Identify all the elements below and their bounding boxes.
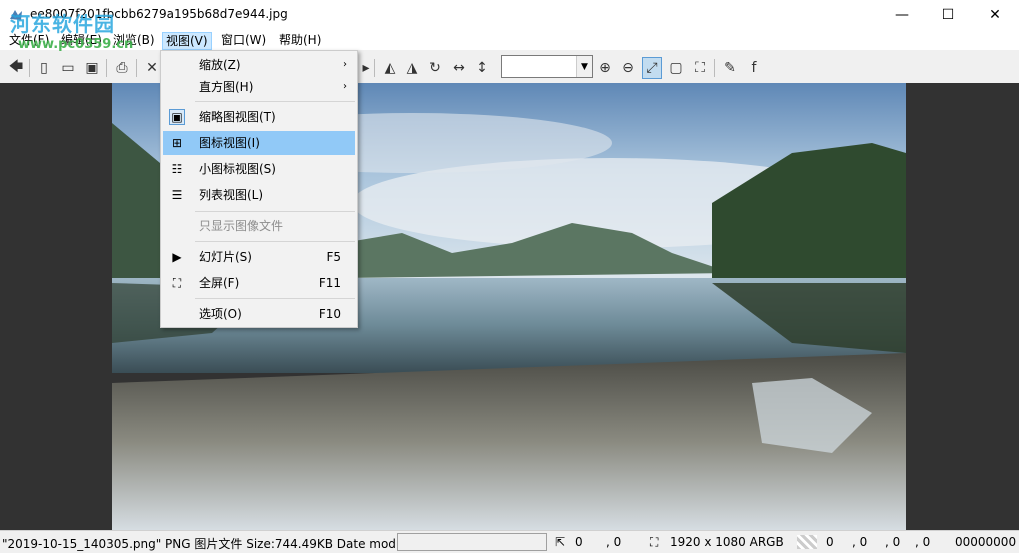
new-icon[interactable]: ▯ — [34, 57, 54, 79]
fullscreen-icon: ⛶ — [172, 276, 182, 290]
chevron-right-icon: › — [343, 81, 347, 92]
zoom-combo[interactable]: ▼ — [501, 55, 593, 78]
small-icon-view-icon: ☷ — [171, 162, 183, 176]
toolbar-separator — [106, 59, 107, 77]
chevron-down-icon[interactable]: ▼ — [576, 56, 592, 77]
menu-separator — [195, 298, 355, 299]
menu-item-small-icon-view[interactable]: ☷ 小图标视图(S) — [163, 157, 355, 181]
cursor-x: 0 — [575, 535, 583, 549]
menu-item-histogram[interactable]: 直方图(H) › — [163, 75, 355, 99]
menu-item-thumbnail-view[interactable]: ▣ 缩略图视图(T) — [163, 105, 355, 129]
pixel-hex: 00000000 — [955, 535, 1017, 549]
icon-view-icon: ⊞ — [171, 136, 183, 150]
toolbar-separator — [136, 59, 137, 77]
thumbnail-view-icon: ▣ — [169, 109, 185, 125]
pixel-a: , 0 — [915, 535, 931, 549]
menu-item-zoom[interactable]: 缩放(Z) › — [163, 53, 355, 77]
rotate-free-icon[interactable]: ↻ — [425, 57, 445, 79]
menu-item-list-view[interactable]: ☰ 列表视图(L) — [163, 183, 355, 207]
transparency-icon — [797, 535, 817, 549]
pixel-g: , 0 — [852, 535, 868, 549]
fullscreen-icon[interactable]: ⛶ — [690, 57, 710, 79]
status-bar: "2019-10-15_140305.png" PNG 图片文件 Size:74… — [0, 530, 1019, 553]
rotate-right-icon[interactable]: ◮ — [402, 57, 422, 79]
back-icon[interactable]: 🡄 — [6, 57, 26, 79]
open-folder-icon[interactable]: ▭ — [58, 57, 78, 79]
fit-window-icon[interactable]: ⤢ — [642, 57, 662, 79]
image-viewer[interactable] — [0, 83, 1019, 530]
menu-help[interactable]: 帮助(H) — [276, 32, 324, 50]
maximize-button[interactable]: ☐ — [925, 0, 971, 30]
watermark-logo: 河东软件园 — [10, 12, 115, 36]
menu-separator — [195, 101, 355, 102]
watermark-url: www.pc0359.cn — [18, 37, 134, 52]
next-icon[interactable]: ▸ — [356, 57, 376, 79]
close-button[interactable]: ✕ — [972, 0, 1018, 30]
dimensions-icon: ⛶ — [650, 535, 659, 549]
menu-separator — [195, 241, 355, 242]
minimize-button[interactable]: — — [879, 0, 925, 30]
image-size: 1920 x 1080 ARGB — [670, 535, 784, 549]
menu-bar: 文件(F) 编辑(E) 浏览(B) 视图(V) 窗口(W) 帮助(H) — [0, 30, 1019, 50]
menu-item-slideshow[interactable]: ▶ 幻灯片(S) F5 — [163, 245, 355, 269]
toolbar-separator — [714, 59, 715, 77]
chevron-right-icon: › — [343, 59, 347, 70]
pixel-r: 0 — [826, 535, 834, 549]
menu-separator — [195, 211, 355, 212]
title-bar: ee8007f201fbcbb6279a195b68d7e944.jpg — ☐… — [0, 0, 1019, 30]
menu-item-fullscreen[interactable]: ⛶ 全屏(F) F11 — [163, 271, 355, 295]
status-field — [397, 533, 547, 551]
rotate-left-icon[interactable]: ◭ — [380, 57, 400, 79]
print-icon[interactable]: ⎙ — [112, 57, 132, 79]
view-menu-dropdown: 缩放(Z) › 直方图(H) › ▣ 缩略图视图(T) ⊞ 图标视图(I) ☷ … — [160, 50, 358, 328]
toolbar-separator — [29, 59, 30, 77]
edit-pen-icon[interactable]: ✎ — [720, 57, 740, 79]
flip-vertical-icon[interactable]: ↕ — [472, 57, 492, 79]
facebook-icon[interactable]: f — [744, 57, 764, 79]
file-info: "2019-10-15_140305.png" PNG 图片文件 Size:74… — [2, 537, 397, 551]
zoom-out-icon[interactable]: ⊖ — [618, 57, 638, 79]
actual-size-icon[interactable]: ▢ — [666, 57, 686, 79]
cursor-icon: ⇱ — [555, 535, 566, 549]
delete-icon[interactable]: ✕ — [142, 57, 162, 79]
menu-item-options[interactable]: 选项(O) F10 — [163, 302, 355, 326]
cursor-y: , 0 — [606, 535, 622, 549]
toolbar-separator — [374, 59, 375, 77]
menu-item-icon-view[interactable]: ⊞ 图标视图(I) — [163, 131, 355, 155]
pixel-b: , 0 — [885, 535, 901, 549]
menu-window[interactable]: 窗口(W) — [218, 32, 269, 50]
play-icon: ▶ — [172, 250, 182, 264]
save-icon[interactable]: ▣ — [82, 57, 102, 79]
menu-item-images-only: 只显示图像文件 — [199, 219, 284, 233]
list-view-icon: ☰ — [171, 188, 183, 202]
menu-view[interactable]: 视图(V) — [162, 32, 212, 50]
zoom-in-icon[interactable]: ⊕ — [595, 57, 615, 79]
flip-horizontal-icon[interactable]: ↔ — [449, 57, 469, 79]
